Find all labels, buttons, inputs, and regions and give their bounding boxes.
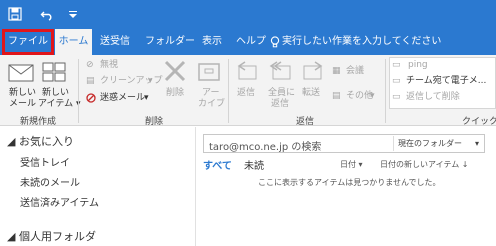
chevron-down-icon[interactable]: ▾ [148, 76, 153, 87]
tab-view[interactable]: 表示 [202, 29, 222, 55]
new-mail-icon[interactable] [8, 62, 34, 87]
filter-all[interactable]: すべて [203, 157, 232, 172]
group-label-new: 新規作成 [20, 117, 57, 127]
ignore-icon: ⊘ [86, 60, 94, 70]
archive-label-1[interactable]: アー [202, 88, 219, 99]
reply-all-label-1[interactable]: 全員に [268, 88, 295, 99]
reply-all-label-2[interactable]: 返信 [271, 99, 289, 110]
group-label-quick-steps: クイック操 [462, 117, 496, 127]
junk-button[interactable]: 迷惑メール [100, 93, 145, 104]
personal-folders-header[interactable]: ◢ 個人用フォルダ [7, 228, 96, 244]
customize-toolbar-icon[interactable] [68, 7, 78, 21]
folder-inbox[interactable]: 受信トレイ [20, 154, 70, 169]
new-items-icon[interactable] [42, 61, 68, 88]
archive-label-2[interactable]: カイブ [198, 99, 225, 110]
chevron-down-icon[interactable]: ▾ [370, 91, 375, 102]
cleanup-button[interactable]: クリーンアップ [100, 76, 163, 87]
quick-step-ping[interactable]: ping [408, 60, 428, 71]
tell-me-search[interactable]: 実行したい作業を入力してください [282, 29, 441, 55]
reply-delete-icon: ▭ [392, 92, 401, 102]
ignore-button[interactable]: 無視 [100, 60, 118, 71]
reply-button[interactable]: 返信 [237, 88, 255, 99]
search-input[interactable]: taro@mco.ne.jp の検索 [209, 138, 321, 153]
folder-sent[interactable]: 送信済みアイテム [20, 194, 99, 209]
forward-button[interactable]: 転送 [302, 88, 320, 99]
quick-step-icon: ▭ [392, 60, 401, 70]
title-bar [0, 0, 496, 29]
divider [385, 59, 386, 123]
group-label-delete: 削除 [145, 117, 164, 127]
filter-unread[interactable]: 未読 [244, 157, 264, 172]
junk-icon [86, 93, 98, 108]
folder-pane: ◢ お気に入り 受信トレイ 未読のメール 送信済みアイテム ◢ 個人用フォルダ [0, 127, 196, 246]
archive-icon[interactable] [197, 60, 221, 85]
sort-order[interactable]: 日付の新しいアイテム ↓ [380, 159, 468, 170]
forward-icon[interactable] [302, 60, 324, 85]
divider [228, 59, 229, 123]
meeting-icon: ▦ [332, 66, 341, 76]
reply-all-icon[interactable] [268, 60, 292, 85]
team-mail-icon: ▭ [392, 76, 401, 86]
more-icon: ▤ [332, 91, 341, 101]
ribbon: 新しい メール 新しい アイテム ▾ 新規作成 ⊘ 無視 ▤ クリーンアップ ▾… [0, 55, 496, 127]
chevron-down-icon[interactable]: ▾ [144, 93, 149, 104]
favorites-header[interactable]: ◢ お気に入り [7, 133, 74, 149]
tab-send-receive[interactable]: 送受信 [100, 29, 130, 55]
new-items-label-2[interactable]: アイテム [38, 99, 73, 110]
new-items-label-1[interactable]: 新しい [42, 88, 69, 99]
cleanup-icon: ▤ [86, 76, 95, 86]
reply-icon[interactable] [236, 60, 258, 85]
ribbon-tabs: ファイル ホーム 送受信 フォルダー 表示 ヘルプ 実行したい作業を入力してくだ… [0, 29, 496, 55]
tab-folder[interactable]: フォルダー [145, 29, 195, 55]
lightbulb-icon [270, 36, 280, 52]
divider [78, 59, 79, 123]
collapse-triangle-icon[interactable]: ◢ [7, 230, 15, 243]
tab-home[interactable]: ホーム [55, 29, 92, 55]
tab-file[interactable]: ファイル [2, 29, 54, 55]
meeting-button[interactable]: 会議 [346, 66, 364, 77]
new-mail-label-2[interactable]: メール [9, 99, 36, 110]
more-respond-button[interactable]: その他 [346, 91, 373, 102]
folder-unread[interactable]: 未読のメール [20, 174, 80, 189]
new-mail-label-1[interactable]: 新しい [9, 88, 36, 99]
group-label-respond: 返信 [296, 117, 315, 127]
quick-step-reply-delete[interactable]: 返信して削除 [406, 92, 460, 103]
chevron-down-icon: ▾ [358, 160, 363, 169]
save-icon[interactable] [8, 7, 22, 21]
delete-button[interactable]: 削除 [166, 88, 184, 99]
search-box[interactable]: taro@mco.ne.jp の検索 現在のフォルダー ▾ [203, 134, 485, 153]
undo-icon[interactable] [40, 7, 54, 21]
empty-list-message: ここに表示するアイテムは見つかりませんでした。 [258, 178, 441, 187]
sort-arrow-icon: ↓ [461, 160, 469, 169]
collapse-triangle-icon[interactable]: ◢ [7, 135, 15, 148]
sort-by-date[interactable]: 日付 ▾ [340, 159, 363, 170]
quick-step-team-mail[interactable]: チーム宛て電子メ... [406, 76, 486, 87]
search-scope-dropdown[interactable]: 現在のフォルダー ▾ [393, 136, 483, 151]
tab-help[interactable]: ヘルプ [236, 29, 266, 55]
chevron-down-icon: ▾ [474, 139, 479, 148]
delete-icon[interactable] [163, 59, 187, 86]
